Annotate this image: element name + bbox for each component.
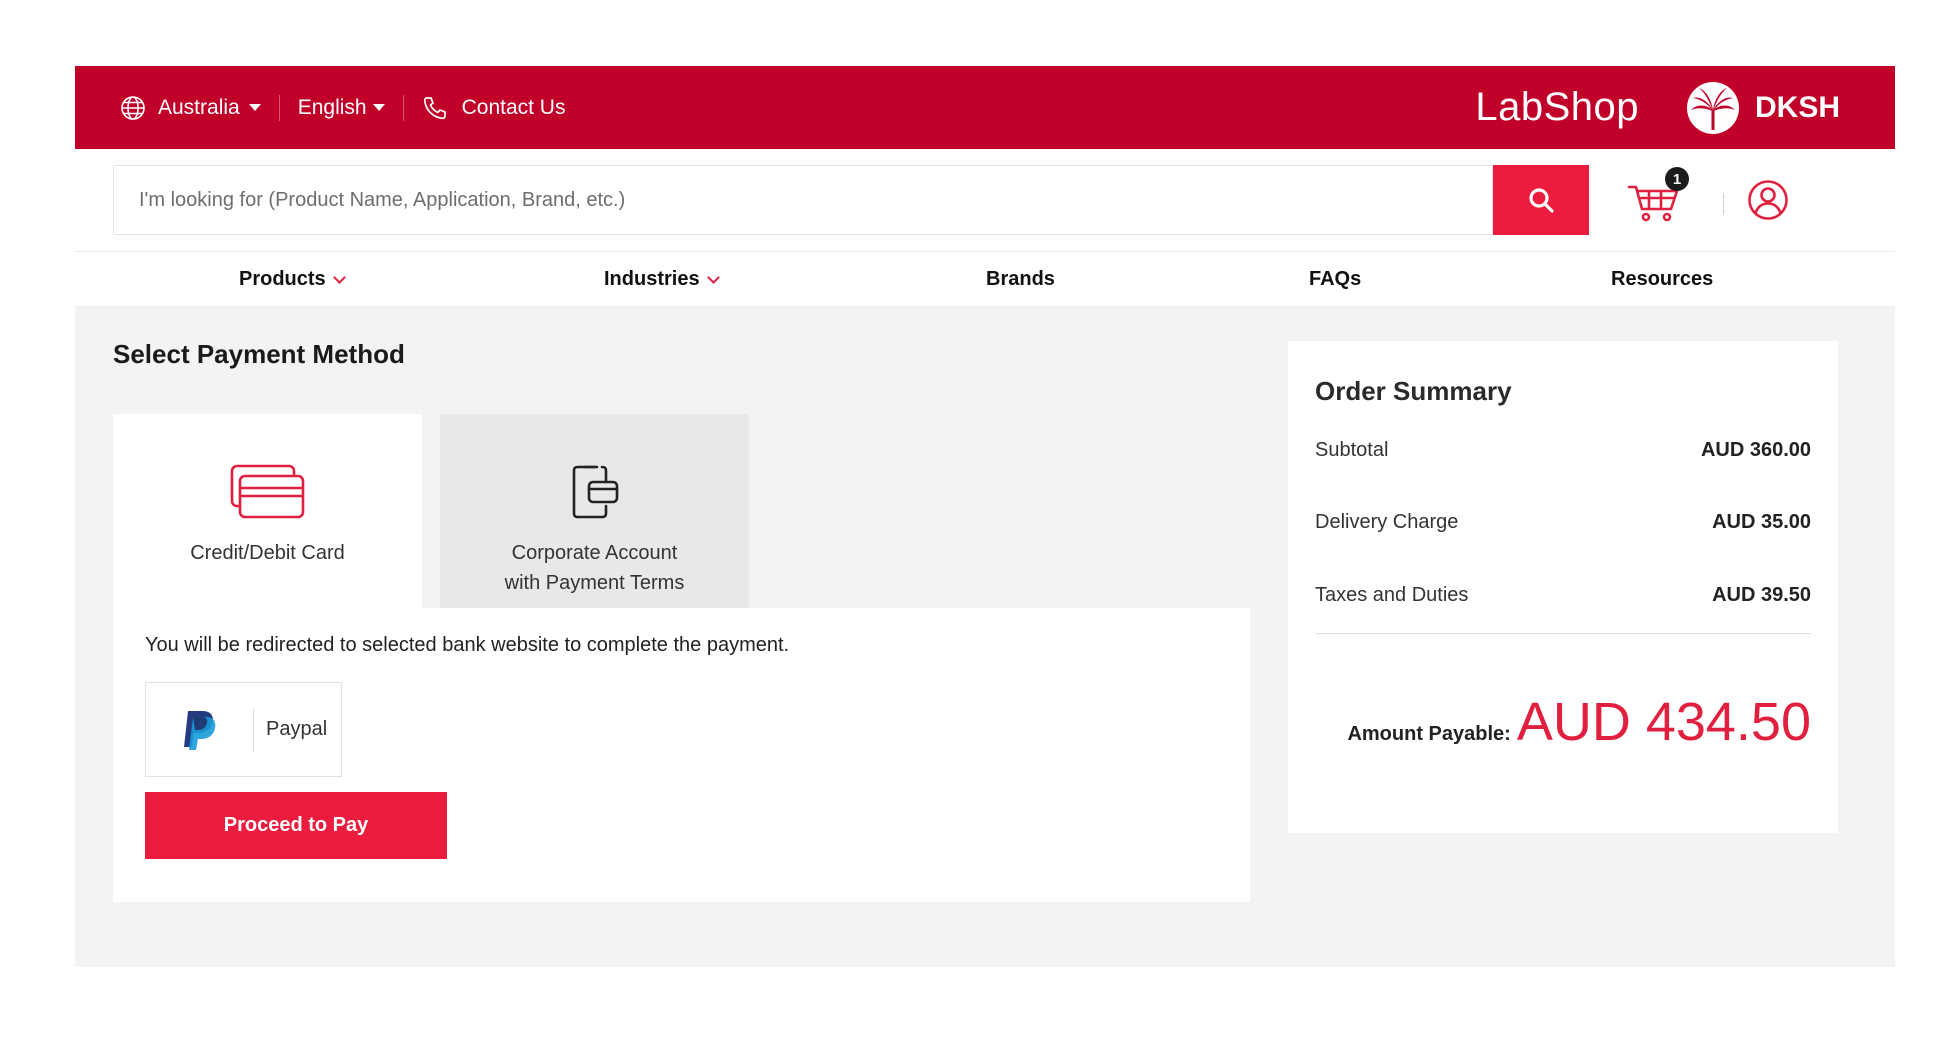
top-bar: Australia English Contact Us LabShop DKS…: [75, 66, 1895, 149]
caret-down-icon: [372, 104, 385, 111]
paypal-label: Paypal: [266, 718, 328, 740]
divider: [1723, 193, 1724, 215]
summary-row-delivery: Delivery Charge AUD 35.00: [1315, 511, 1811, 534]
cart-button[interactable]: 1: [1625, 167, 1689, 227]
nav-item-products[interactable]: Products: [239, 252, 346, 306]
language-label: English: [297, 95, 367, 119]
account-button[interactable]: [1747, 179, 1789, 226]
chevron-down-icon: [706, 270, 720, 284]
chevron-down-icon: [332, 270, 346, 284]
nav-item-label: Resources: [1611, 267, 1714, 290]
dksh-palm-icon: [1686, 81, 1739, 134]
checkout-main: Select Payment Method Credit/Debit Card: [75, 307, 1895, 967]
paypal-icon: [146, 709, 253, 751]
search-row: 1: [75, 149, 1895, 251]
divider: [1315, 633, 1811, 634]
payment-panel: You will be redirected to selected bank …: [113, 608, 1250, 902]
main-nav: Products Industries Brands FAQs Resource…: [75, 251, 1895, 307]
nav-item-label: FAQs: [1309, 267, 1362, 290]
tab-label: Corporate Account with Payment Terms: [504, 542, 685, 594]
divider: [278, 94, 280, 121]
summary-value: AUD 39.50: [1712, 584, 1811, 606]
paypal-option[interactable]: Paypal: [145, 682, 342, 777]
search-input[interactable]: [139, 166, 1492, 234]
contact-label: Contact Us: [461, 95, 566, 119]
dksh-logo[interactable]: DKSH: [1685, 80, 1840, 136]
nav-item-brands[interactable]: Brands: [986, 252, 1055, 306]
page-frame: Australia English Contact Us LabShop DKS…: [75, 66, 1895, 967]
country-label: Australia: [158, 95, 240, 119]
tab-label: Credit/Debit Card: [190, 542, 345, 564]
phone-icon: [422, 95, 448, 121]
nav-item-label: Products: [239, 267, 326, 290]
search-box: [113, 165, 1493, 235]
contact-us-link[interactable]: Contact Us: [422, 95, 566, 121]
summary-label: Taxes and Duties: [1315, 584, 1469, 606]
amount-payable-label: Amount Payable:: [1347, 723, 1511, 745]
amount-payable: Amount Payable: AUD 434.50: [1347, 691, 1811, 753]
caret-down-icon: [248, 104, 261, 111]
corporate-account-icon: [569, 462, 621, 520]
proceed-to-pay-button[interactable]: Proceed to Pay: [145, 792, 447, 859]
order-summary: Order Summary Subtotal AUD 360.00 Delive…: [1288, 341, 1838, 833]
summary-label: Subtotal: [1315, 439, 1389, 461]
app-logo-text[interactable]: LabShop: [1475, 85, 1639, 130]
summary-value: AUD 360.00: [1700, 439, 1811, 461]
nav-item-label: Industries: [604, 267, 700, 290]
tab-corporate-account[interactable]: Corporate Account with Payment Terms: [440, 414, 749, 609]
cart-count-badge: 1: [1665, 167, 1689, 191]
nav-item-label: Brands: [986, 267, 1055, 290]
divider: [253, 707, 254, 752]
summary-value: AUD 35.00: [1712, 511, 1811, 533]
search-icon: [1529, 188, 1554, 213]
summary-row-taxes: Taxes and Duties AUD 39.50: [1315, 584, 1811, 607]
order-summary-title: Order Summary: [1315, 376, 1512, 406]
credit-card-icon: [230, 462, 306, 520]
nav-item-industries[interactable]: Industries: [604, 252, 720, 306]
summary-row-subtotal: Subtotal AUD 360.00: [1315, 439, 1811, 462]
user-icon: [1748, 180, 1788, 220]
nav-item-faqs[interactable]: FAQs: [1309, 252, 1361, 306]
brand-label: DKSH: [1754, 90, 1840, 124]
amount-payable-value: AUD 434.50: [1516, 692, 1811, 752]
redirect-note: You will be redirected to selected bank …: [145, 634, 790, 656]
summary-label: Delivery Charge: [1315, 511, 1459, 533]
brand-area: LabShop DKSH: [1475, 66, 1840, 149]
country-selector[interactable]: Australia: [120, 95, 261, 121]
page-title: Select Payment Method: [113, 339, 405, 369]
tab-credit-debit-card[interactable]: Credit/Debit Card: [113, 414, 422, 609]
globe-icon: [120, 95, 146, 121]
language-selector[interactable]: English: [298, 96, 385, 120]
nav-item-resources[interactable]: Resources: [1611, 252, 1713, 306]
divider: [402, 94, 404, 121]
search-button[interactable]: [1493, 165, 1589, 235]
